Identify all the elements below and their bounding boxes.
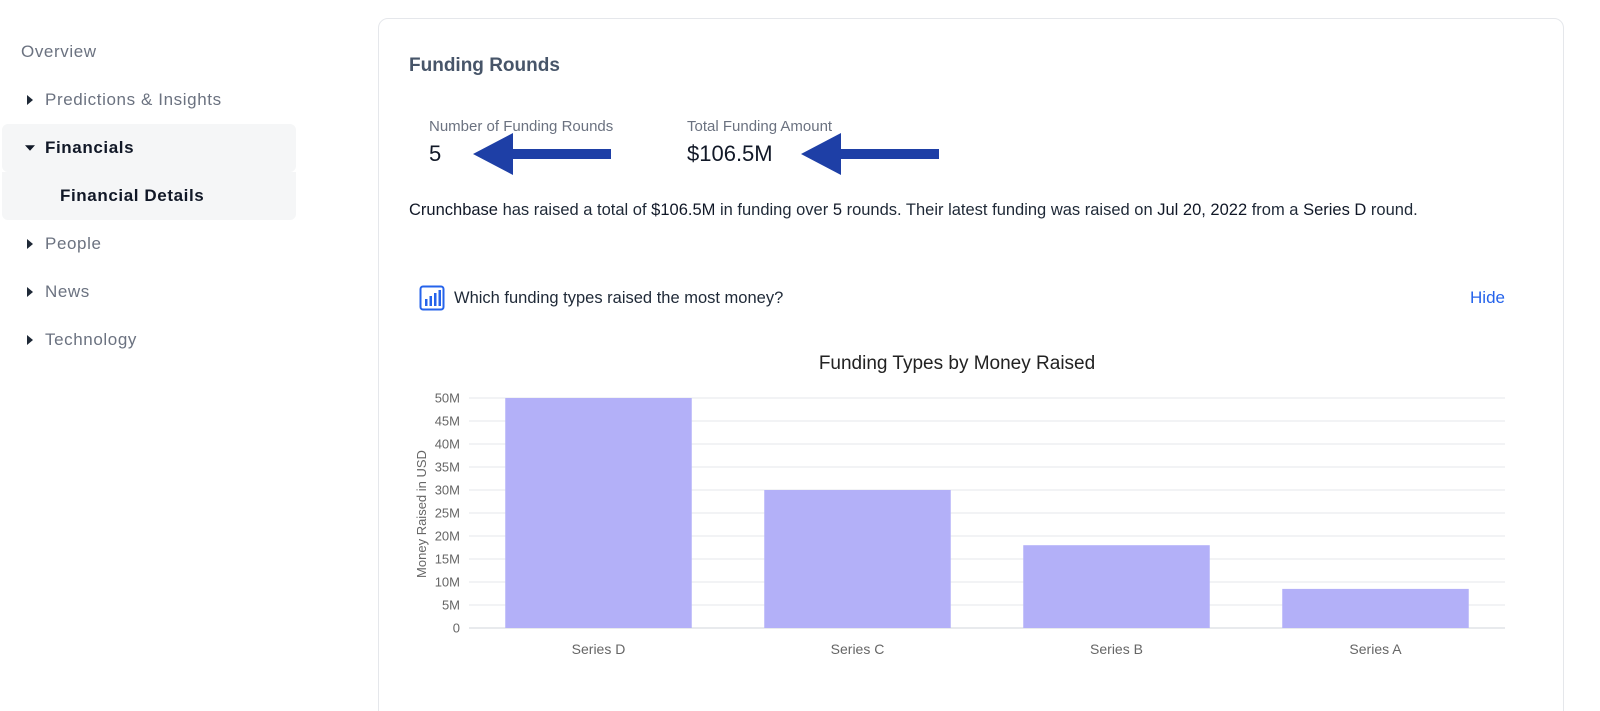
sidebar-item-label: People: [45, 234, 102, 253]
sidebar-item-label: News: [45, 282, 90, 301]
sidebar-item-label: Overview: [21, 42, 97, 61]
chart-y-tick-label: 15M: [435, 552, 460, 567]
chart-bar[interactable]: [764, 490, 951, 628]
chart-y-tick-label: 5M: [442, 598, 460, 613]
company-name: Crunchbase: [409, 201, 498, 219]
chart-x-tick-label: Series B: [1090, 641, 1143, 657]
funding-rounds-card: Funding Rounds Number of Funding Rounds …: [378, 18, 1564, 711]
sidebar-item-label: Financial Details: [60, 186, 205, 205]
summary-text: round.: [1366, 201, 1418, 219]
chart-y-tick-label: 50M: [435, 391, 460, 406]
sidebar-item-people[interactable]: People: [2, 220, 296, 268]
chart-y-tick-label: 20M: [435, 529, 460, 544]
summary-text: from a: [1247, 201, 1304, 219]
caret-right-icon: [25, 95, 35, 105]
arrow-left-icon: [801, 133, 939, 175]
sidebar-item-predictions-insights[interactable]: Predictions & Insights: [2, 76, 296, 124]
insight-question-row: Which funding types raised the most mone…: [409, 283, 1535, 313]
chart-y-ticks: 0 5M 10M 15M 20M 25M 30M 35M 40M 45M 50M: [435, 391, 460, 636]
funding-types-chart: Funding Types by Money Raised Money Rais…: [414, 353, 1505, 657]
latest-date: Jul 20, 2022: [1157, 201, 1248, 219]
sidebar-item-label: Predictions & Insights: [45, 90, 222, 109]
card-title: Funding Rounds: [409, 55, 560, 76]
chart-y-tick-label: 30M: [435, 483, 460, 498]
sidebar-item-financials[interactable]: Financials: [2, 124, 296, 172]
sidebar-nav: Overview Predictions & Insights Financia…: [0, 0, 300, 711]
caret-right-icon: [25, 335, 35, 345]
summary-text: in funding over: [715, 201, 833, 219]
chart-y-tick-label: 45M: [435, 414, 460, 429]
chart-y-tick-label: 40M: [435, 437, 460, 452]
round-count: 5: [832, 201, 842, 219]
caret-right-icon: [25, 287, 35, 297]
chart-x-ticks: Series D Series C Series B Series A: [572, 641, 1403, 657]
chart-title: Funding Types by Money Raised: [819, 353, 1095, 374]
sidebar-item-technology[interactable]: Technology: [2, 316, 296, 364]
chart-y-axis-label: Money Raised in USD: [414, 450, 429, 578]
chart-bar[interactable]: [1023, 545, 1210, 628]
total-amount: $106.5M: [651, 201, 716, 219]
chart-x-tick-label: Series C: [831, 641, 885, 657]
sidebar-item-news[interactable]: News: [2, 268, 296, 316]
latest-round-type: Series D: [1303, 201, 1367, 219]
chart-bar[interactable]: [1282, 588, 1469, 628]
insight-question: Which funding types raised the most mone…: [454, 288, 784, 307]
chart-y-tick-label: 25M: [435, 506, 460, 521]
funding-summary-text: Crunchbase has raised a total of $106.5M…: [409, 201, 1418, 220]
chart-x-tick-label: Series D: [572, 641, 626, 657]
hide-link[interactable]: Hide: [1470, 288, 1505, 308]
sidebar-item-label: Technology: [45, 330, 138, 349]
bar-chart-icon: [419, 285, 445, 311]
chart-y-tick-label: 35M: [435, 460, 460, 475]
summary-text: has raised a total of: [497, 201, 652, 219]
caret-right-icon: [25, 239, 35, 249]
chart-y-tick-label: 0: [453, 621, 460, 636]
chart-x-tick-label: Series A: [1349, 641, 1402, 657]
summary-text: rounds. Their latest funding was raised …: [842, 201, 1158, 219]
caret-down-icon: [25, 143, 35, 153]
sidebar-item-overview[interactable]: Overview: [2, 28, 296, 76]
sidebar-item-label: Financials: [45, 138, 135, 157]
chart-bar[interactable]: [505, 398, 692, 628]
arrow-left-icon: [473, 133, 611, 175]
sidebar-item-financial-details[interactable]: Financial Details: [2, 172, 296, 220]
chart-y-tick-label: 10M: [435, 575, 460, 590]
